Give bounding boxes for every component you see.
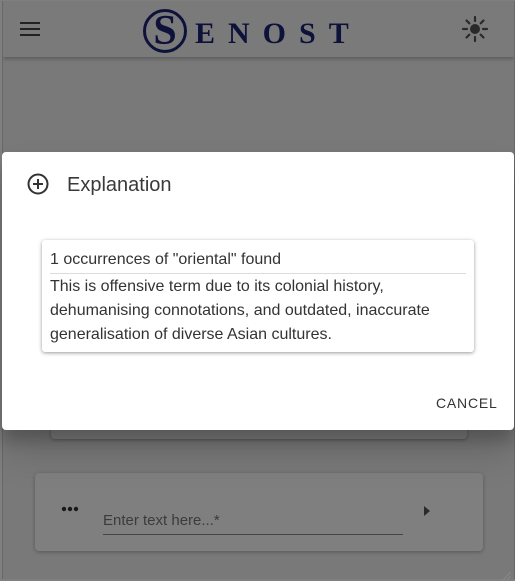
add-circle-icon[interactable] <box>26 172 50 196</box>
cancel-button[interactable]: CANCEL <box>436 390 498 416</box>
explanation-text: This is offensive term due to its coloni… <box>50 278 430 343</box>
explanation-dialog: Explanation 1 occurrences of "oriental" … <box>2 152 514 430</box>
dialog-title: Explanation <box>67 174 172 196</box>
explanation-box: 1 occurrences of "oriental" found This i… <box>42 240 474 352</box>
match-header: 1 occurrences of "oriental" found <box>50 250 466 274</box>
resize-grip[interactable] <box>501 567 512 581</box>
